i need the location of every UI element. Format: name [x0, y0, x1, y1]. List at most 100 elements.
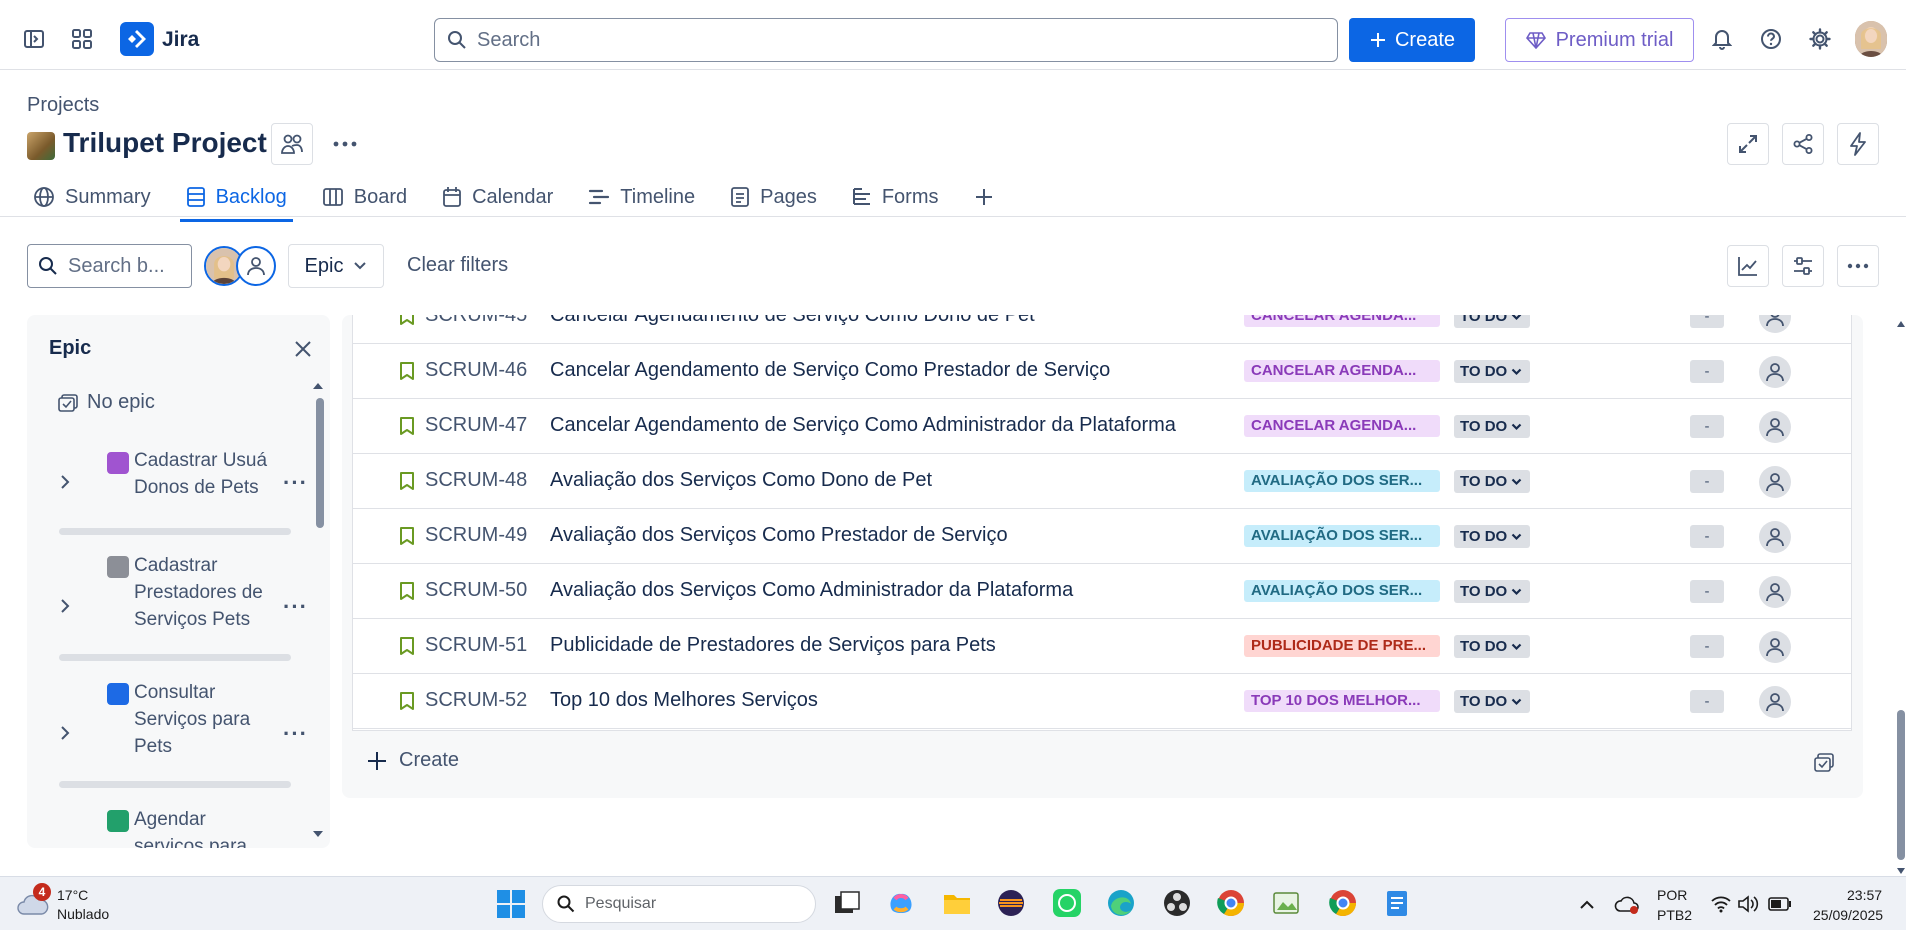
weather-description[interactable]: Nublado [57, 906, 109, 922]
assignee-avatar[interactable] [1759, 686, 1791, 718]
tab-board[interactable]: Board [316, 178, 413, 216]
team-access-button[interactable] [271, 123, 313, 165]
story-points[interactable]: - [1690, 690, 1724, 713]
status-dropdown[interactable]: TO DO [1454, 690, 1530, 713]
issue-summary[interactable]: Publicidade de Prestadores de Serviços p… [550, 634, 996, 657]
eclipse-icon[interactable] [996, 888, 1026, 918]
tab-forms[interactable]: Forms [846, 178, 945, 216]
epic-lozenge[interactable]: AVALIAÇÃO DOS SER... [1244, 580, 1440, 602]
onedrive-icon[interactable] [1614, 895, 1640, 915]
clock-date[interactable]: 25/09/2025 [1813, 907, 1883, 923]
weather-temperature[interactable]: 17°C [57, 887, 88, 903]
status-dropdown[interactable]: TO DO [1454, 360, 1530, 383]
create-button[interactable]: Create [1349, 18, 1475, 62]
settings-gear-icon[interactable] [1802, 21, 1838, 57]
volume-icon[interactable] [1737, 895, 1759, 913]
fullscreen-button[interactable] [1727, 123, 1769, 165]
wifi-icon[interactable] [1710, 895, 1732, 913]
issue-key[interactable]: SCRUM-52 [425, 689, 527, 712]
project-more-button[interactable] [324, 123, 366, 165]
obs-icon[interactable] [1162, 888, 1192, 918]
battery-icon[interactable] [1768, 897, 1792, 911]
chevron-right-icon[interactable] [57, 598, 73, 614]
issue-summary[interactable]: Cancelar Agendamento de Serviço Como Don… [550, 315, 1035, 327]
status-dropdown[interactable]: TO DO [1454, 580, 1530, 603]
epic-lozenge[interactable]: TOP 10 DOS MELHOR... [1244, 690, 1440, 712]
paint-icon[interactable] [1272, 888, 1302, 918]
epic-more-icon[interactable]: ··· [283, 594, 307, 620]
view-settings-button[interactable] [1782, 245, 1824, 287]
assignee-avatar[interactable] [1759, 411, 1791, 443]
jira-logo-icon[interactable] [120, 22, 154, 56]
create-subtask-icon[interactable] [1812, 751, 1836, 775]
edge-icon[interactable] [1106, 888, 1136, 918]
close-icon[interactable] [291, 337, 315, 361]
issue-summary[interactable]: Avaliação dos Serviços Como Dono de Pet [550, 469, 932, 492]
status-dropdown[interactable]: TO DO [1454, 470, 1530, 493]
issue-summary[interactable]: Cancelar Agendamento de Serviço Como Adm… [550, 414, 1176, 437]
story-points[interactable]: - [1690, 360, 1724, 383]
app-switcher-icon[interactable] [64, 21, 100, 57]
whatsapp-icon[interactable] [1052, 888, 1082, 918]
epic-filter-dropdown[interactable]: Epic [288, 244, 384, 288]
epic-item[interactable]: Agendar serviços para ··· [47, 804, 283, 848]
epic-lozenge[interactable]: CANCELAR AGENDA... [1244, 360, 1440, 382]
epic-item[interactable]: Cadastrar Prestadores de Serviços Pets ·… [47, 550, 307, 662]
chevron-right-icon[interactable] [57, 725, 73, 741]
assignee-avatar[interactable] [1759, 315, 1791, 333]
issue-key[interactable]: SCRUM-48 [425, 469, 527, 492]
issue-summary[interactable]: Top 10 dos Melhores Serviços [550, 689, 818, 712]
no-epic-item[interactable]: No epic [57, 391, 155, 414]
status-dropdown[interactable]: TO DO [1454, 525, 1530, 548]
table-row[interactable]: SCRUM-50 Avaliação dos Serviços Como Admi… [353, 564, 1851, 619]
epic-lozenge[interactable]: AVALIAÇÃO DOS SER... [1244, 525, 1440, 547]
app-name[interactable]: Jira [162, 28, 199, 52]
issue-key[interactable]: SCRUM-47 [425, 414, 527, 437]
table-row[interactable]: SCRUM-48 Avaliação dos Serviços Como Dono… [353, 454, 1851, 509]
tab-summary[interactable]: Summary [27, 178, 157, 216]
notepad-icon[interactable] [1382, 888, 1412, 918]
automation-button[interactable] [1837, 123, 1879, 165]
tab-timeline[interactable]: Timeline [582, 178, 701, 216]
assignee-avatar[interactable] [1759, 521, 1791, 553]
chevron-right-icon[interactable] [57, 474, 73, 490]
sidebar-toggle-icon[interactable] [16, 21, 52, 57]
assignee-avatar[interactable] [1759, 466, 1791, 498]
issue-key[interactable]: SCRUM-51 [425, 634, 527, 657]
add-tab-button[interactable] [968, 178, 1000, 216]
table-row[interactable]: SCRUM-52 Top 10 dos Melhores Serviços TOP … [353, 674, 1851, 729]
chrome-profile-icon[interactable] [1216, 888, 1246, 918]
input-language[interactable]: POR [1657, 887, 1687, 903]
breadcrumb-projects[interactable]: Projects [27, 94, 99, 117]
epic-panel-scroll-thumb[interactable] [316, 398, 324, 528]
epic-more-icon[interactable]: ··· [283, 470, 307, 496]
user-avatar[interactable] [1855, 21, 1887, 57]
assignee-filter-unassigned[interactable] [236, 246, 276, 286]
notifications-bell-icon[interactable] [1704, 21, 1740, 57]
issue-summary[interactable]: Avaliação dos Serviços Como Administrado… [550, 579, 1073, 602]
clock-time[interactable]: 23:57 [1847, 887, 1882, 903]
status-dropdown[interactable]: TO DO [1454, 635, 1530, 658]
story-points[interactable]: - [1690, 580, 1724, 603]
backlog-more-button[interactable] [1837, 245, 1879, 287]
file-explorer-icon[interactable] [942, 888, 972, 918]
issue-key[interactable]: SCRUM-50 [425, 579, 527, 602]
tab-pages[interactable]: Pages [724, 178, 823, 216]
assignee-avatar[interactable] [1759, 631, 1791, 663]
taskbar-search-input[interactable]: Pesquisar [542, 885, 816, 923]
story-points[interactable]: - [1690, 525, 1724, 548]
copilot-icon[interactable] [886, 888, 916, 918]
issue-key[interactable]: SCRUM-45 [425, 315, 527, 327]
status-dropdown[interactable]: TO DO [1454, 415, 1530, 438]
issue-summary[interactable]: Avaliação dos Serviços Como Prestador de… [550, 524, 1008, 547]
issue-key[interactable]: SCRUM-49 [425, 524, 527, 547]
chevron-up-icon[interactable] [1579, 898, 1595, 910]
epic-item[interactable]: Cadastrar Usuá Donos de Pets ··· [47, 450, 307, 536]
clear-filters-button[interactable]: Clear filters [407, 254, 508, 277]
status-dropdown[interactable]: TO DO [1454, 315, 1530, 328]
assignee-avatar[interactable] [1759, 576, 1791, 608]
table-row[interactable]: SCRUM-51 Publicidade de Prestadores de Se… [353, 619, 1851, 674]
story-points[interactable]: - [1690, 315, 1724, 328]
task-view-icon[interactable] [832, 888, 862, 918]
epic-lozenge[interactable]: AVALIAÇÃO DOS SER... [1244, 470, 1440, 492]
